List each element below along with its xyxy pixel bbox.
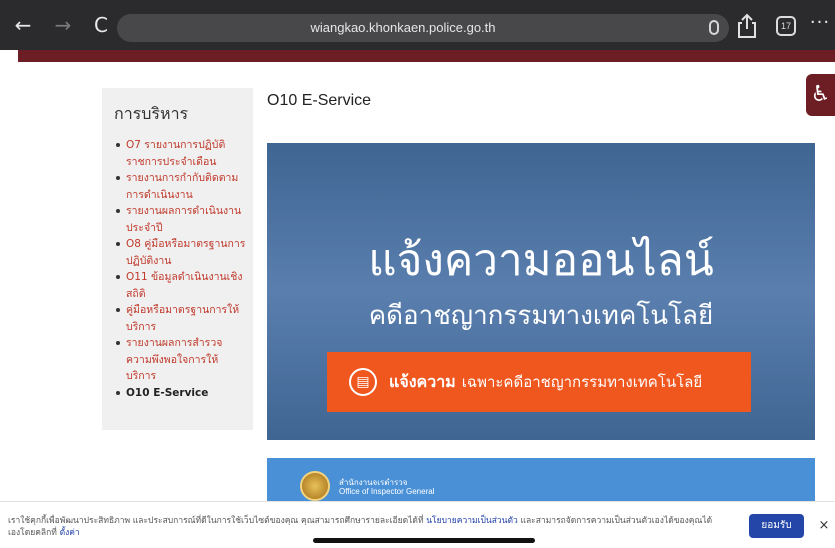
address-bar[interactable]: wiangkao.khonkaen.police.go.th: [117, 14, 729, 42]
url-text: wiangkao.khonkaen.police.go.th: [310, 20, 496, 35]
home-indicator: [313, 538, 535, 543]
sidebar-list: O7 รายงานการปฏิบัติราชการประจำเดือน รายง…: [114, 137, 253, 401]
report-online-banner[interactable]: แจ้งความออนไลน์ คดีอาชญากรรมทางเทคโนโลยี…: [267, 143, 815, 440]
close-icon[interactable]: ×: [817, 517, 831, 535]
accept-button[interactable]: ยอมรับ: [749, 514, 804, 538]
privacy-policy-link[interactable]: นโยบายความเป็นส่วนตัว: [426, 516, 518, 526]
cookie-message: เราใช้คุกกี้เพื่อพัฒนาประสิทธิภาพ และประ…: [8, 515, 723, 539]
banner-subline: คดีอาชญากรรมทางเทคโนโลยี: [368, 301, 714, 331]
sidebar: การบริหาร O7 รายงานการปฏิบัติราชการประจำ…: [102, 88, 253, 430]
page-title: O10 E-Service: [267, 92, 372, 109]
banner-headline: แจ้งความออนไลน์: [368, 235, 714, 286]
sidebar-item[interactable]: รายงานการกำกับติดตามการดำเนินงาน: [114, 170, 253, 203]
sidebar-item[interactable]: O8 คู่มือหรือมาตรฐานการปฏิบัติงาน: [114, 236, 253, 269]
document-icon: ▤: [349, 368, 377, 396]
cookie-text-part: เราใช้คุกกี้เพื่อพัฒนาประสิทธิภาพ และประ…: [8, 516, 427, 526]
sidebar-item[interactable]: O7 รายงานการปฏิบัติราชการประจำเดือน: [114, 137, 253, 170]
forward-button[interactable]: →: [50, 12, 76, 38]
back-button[interactable]: ←: [10, 12, 36, 38]
sidebar-title: การบริหาร: [114, 104, 189, 123]
sidebar-item[interactable]: รายงานผลการสำรวจความพึงพอใจการให้บริการ: [114, 335, 253, 385]
sidebar-item[interactable]: O11 ข้อมูลดำเนินงานเชิงสถิติ: [114, 269, 253, 302]
sidebar-item[interactable]: รายงานผลการดำเนินงานประจำปี: [114, 203, 253, 236]
settings-link[interactable]: ตั้งค่า: [60, 528, 80, 538]
office-name-english: Office of Inspector General: [339, 487, 435, 496]
sidebar-item[interactable]: คู่มือหรือมาตรฐานการให้บริการ: [114, 302, 253, 335]
microphone-icon[interactable]: [709, 20, 719, 35]
cta-rest-text: เฉพาะคดีอาชญากรรมทางเทคโนโลยี: [461, 373, 703, 391]
accessibility-icon[interactable]: ♿: [806, 74, 835, 116]
report-button[interactable]: ▤ แจ้งความ เฉพาะคดีอาชญากรรมทางเทคโนโลยี: [327, 352, 751, 412]
reload-button[interactable]: C: [88, 12, 114, 38]
police-seal-icon: [300, 471, 330, 501]
cta-strong-text: แจ้งความ: [389, 371, 456, 391]
browser-toolbar: ← → C wiangkao.khonkaen.police.go.th 17 …: [0, 0, 835, 50]
tabs-icon[interactable]: 17: [776, 16, 796, 36]
share-icon[interactable]: [736, 13, 758, 39]
site-nav-strip: [18, 50, 835, 62]
more-menu-icon[interactable]: ···: [808, 12, 832, 38]
sidebar-item-active[interactable]: O10 E-Service: [114, 385, 253, 402]
